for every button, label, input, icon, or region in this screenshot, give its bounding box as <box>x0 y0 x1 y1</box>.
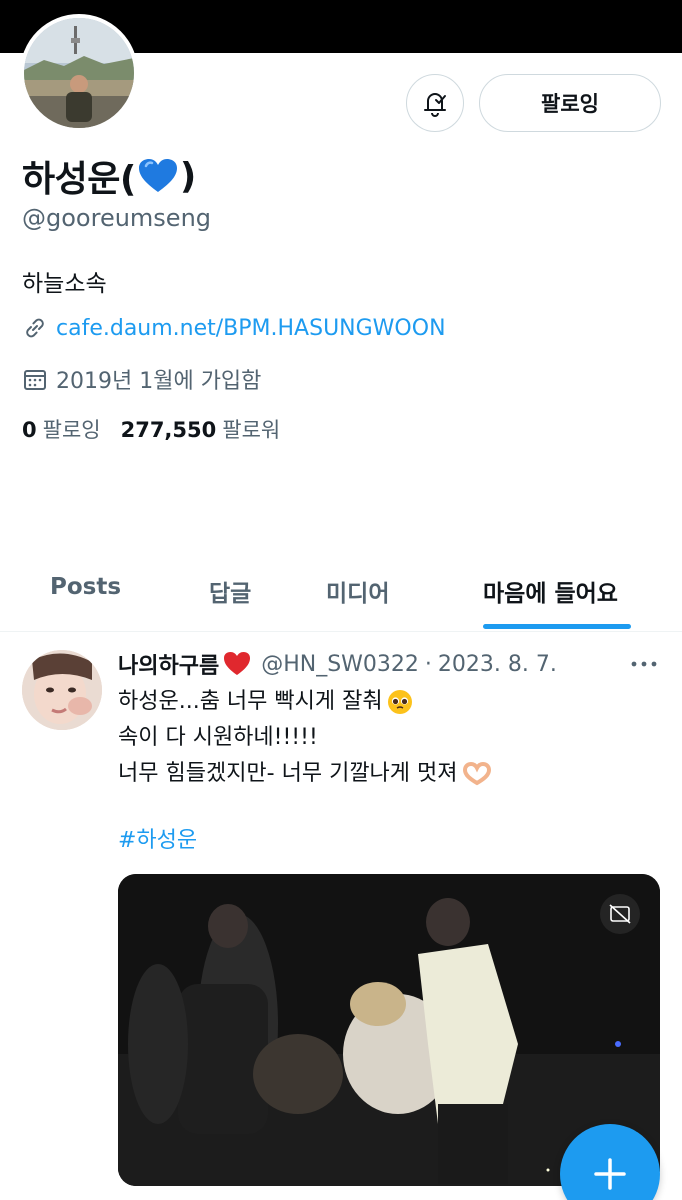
heart-hands-icon <box>462 761 491 786</box>
gif-no-sound-icon <box>609 904 631 924</box>
following-label: 팔로잉 <box>42 418 101 442</box>
display-name-suffix: ) <box>179 155 196 197</box>
tweet-line-text: 속이 다 시원하네!!!!! <box>118 725 318 750</box>
tweet-author-name[interactable]: 나의하구름 <box>118 648 219 680</box>
plus-icon <box>594 1158 626 1190</box>
tab-likes[interactable]: 마음에 들어요 <box>483 574 618 608</box>
followers-label: 팔로워 <box>222 418 281 442</box>
active-tab-indicator <box>483 624 631 629</box>
profile-link-row[interactable]: cafe.daum.net/BPM.HASUNGWOON <box>22 315 446 341</box>
profile-avatar[interactable] <box>20 14 138 132</box>
joined-row: 2019년 1월에 가입함 <box>22 363 261 395</box>
tweet-header: 나의하구름 @HN_SW0322 · 2023. 8. 7. <box>118 648 557 680</box>
tweet-author-handle[interactable]: @HN_SW0322 <box>261 652 419 677</box>
following-stat[interactable]: 0 팔로잉 <box>22 414 101 444</box>
calendar-icon <box>24 370 46 390</box>
following-count: 0 <box>22 418 37 442</box>
tweet-separator: · <box>424 651 432 677</box>
author-avatar-photo <box>22 650 102 730</box>
red-heart-icon <box>224 652 251 675</box>
tweet-date[interactable]: 2023. 8. 7. <box>438 652 557 677</box>
more-options-icon[interactable] <box>628 654 660 674</box>
profile-tabs: Posts 답글 미디어 마음에 들어요 <box>0 556 682 632</box>
followers-stat[interactable]: 277,550 팔로워 <box>121 414 281 444</box>
tab-replies[interactable]: 답글 <box>209 574 251 608</box>
link-icon <box>26 318 44 338</box>
tweet-author-avatar[interactable] <box>22 650 102 730</box>
tweet-hashtag[interactable]: #하성운 <box>118 822 197 854</box>
following-button[interactable]: 팔로잉 <box>479 74 661 132</box>
notify-button[interactable] <box>406 74 464 132</box>
profile-bio: 하늘소속 <box>22 271 107 297</box>
tweet-line: 속이 다 시원하네!!!!! <box>118 720 658 756</box>
followers-count: 277,550 <box>120 418 217 442</box>
media-badge[interactable] <box>600 894 640 934</box>
profile-handle: @gooreumseng <box>22 204 212 232</box>
tweet-line-text: 하성운...춤 너무 빡시게 잘춰 <box>118 689 383 714</box>
tab-posts[interactable]: Posts <box>50 574 121 600</box>
joined-date: 2019년 1월에 가입함 <box>56 369 262 394</box>
avatar-photo <box>24 18 134 128</box>
pleading-face-icon <box>387 690 412 714</box>
tweet-line: 하성운...춤 너무 빡시게 잘춰 <box>118 684 658 720</box>
tweet-body: 하성운...춤 너무 빡시게 잘춰 속이 다 시원하네!!!!! 너무 힘들겠지… <box>118 684 658 792</box>
profile-link[interactable]: cafe.daum.net/BPM.HASUNGWOON <box>56 316 446 341</box>
tab-media[interactable]: 미디어 <box>326 574 389 608</box>
tweet-line: 너무 힘들겠지만- 너무 기깔나게 멋져 <box>118 756 658 792</box>
blue-heart-icon <box>138 159 177 192</box>
follow-stats: 0 팔로잉 277,550 팔로워 <box>22 414 300 444</box>
bell-check-icon <box>424 93 446 117</box>
tweet-line-text: 너무 힘들겠지만- 너무 기깔나게 멋져 <box>118 761 458 786</box>
display-name: 하성운( ) <box>22 150 196 202</box>
display-name-text: 하성운( <box>22 159 136 200</box>
